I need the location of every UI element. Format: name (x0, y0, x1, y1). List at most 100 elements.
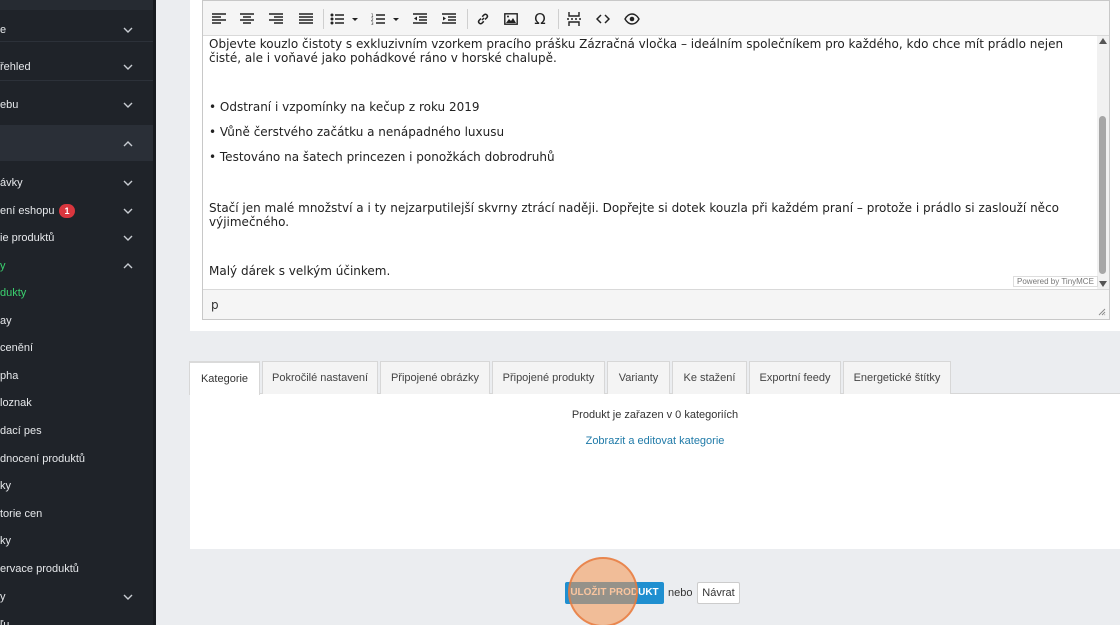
toolbar-separator (323, 9, 324, 29)
tab-kategorie[interactable]: Kategorie (189, 361, 260, 395)
chevron-down-icon (123, 594, 133, 600)
sidebar-item-5[interactable]: ení eshopu 1 (0, 198, 155, 224)
sidebar-item-label: ky (0, 480, 11, 492)
sidebar-border (153, 0, 156, 625)
special-character-icon[interactable]: Ω (530, 9, 550, 29)
sidebar-subitem-17[interactable]: ky (0, 528, 155, 554)
chevron-up-icon (123, 141, 133, 147)
editor-toolbar: 123 Ω (203, 1, 1109, 36)
page-break-icon[interactable] (564, 9, 584, 29)
or-text: nebo (668, 587, 693, 599)
sidebar-item-label: cenění (0, 342, 34, 354)
tab-variants[interactable]: Varianty (607, 361, 670, 394)
chevron-down-icon (123, 64, 133, 70)
tab-attached-images[interactable]: Připojené obrázky (380, 361, 490, 394)
scrollbar-thumb[interactable] (1099, 116, 1106, 274)
source-code-icon[interactable] (593, 9, 613, 29)
sidebar-subitem-15[interactable]: ky (0, 473, 155, 499)
sidebar-subitem-13[interactable]: dací pes (0, 418, 155, 444)
save-product-button[interactable]: ULOŽIT PRODUKT (565, 582, 664, 604)
powered-by-label[interactable]: Powered by TinyMCE (1013, 276, 1098, 287)
sidebar-subitem-products[interactable]: dukty (0, 280, 155, 306)
sidebar-item-label: ávky (0, 177, 23, 189)
element-path[interactable]: p (211, 298, 219, 312)
toolbar-separator (558, 9, 559, 29)
sidebar-item-label: loznak (0, 397, 32, 409)
sidebar-item-label: ie produktů (0, 232, 55, 244)
category-count-text: Produkt je zařazen v 0 kategoriích (571, 409, 739, 421)
editor-statusbar: p (203, 289, 1109, 319)
sidebar-item-label: dací pes (0, 425, 42, 437)
tab-attached-products[interactable]: Připojené produkty (492, 361, 605, 394)
sidebar-item-2[interactable]: ebu (0, 92, 155, 118)
sidebar-item-label: y (0, 260, 6, 272)
sidebar-divider (0, 41, 155, 42)
scroll-up-arrow-icon[interactable] (1099, 38, 1107, 44)
resize-grip-icon[interactable] (1098, 308, 1106, 316)
sidebar-item-4[interactable]: ávky (0, 170, 155, 196)
link-icon[interactable] (473, 9, 493, 29)
editor-bullet: • Vůně čerstvého začátku a nenápadného l… (209, 125, 505, 139)
outdent-icon[interactable] (410, 9, 430, 29)
sidebar-item-7[interactable]: y (0, 253, 155, 279)
indent-icon[interactable] (439, 9, 459, 29)
sidebar-item-label: ebu (0, 99, 19, 111)
editor-bullet: • Odstraní i vzpomínky na kečup z roku 2… (209, 100, 480, 114)
chevron-down-icon (123, 102, 133, 108)
sidebar-item-label: dukty (0, 287, 27, 299)
image-icon[interactable] (501, 9, 521, 29)
sidebar-subitem-10[interactable]: cenění (0, 335, 155, 361)
scroll-down-arrow-icon[interactable] (1099, 281, 1107, 287)
sidebar-group-header-bg (0, 0, 155, 10)
align-right-icon[interactable] (266, 9, 286, 29)
sidebar-item-label: ení eshopu (0, 205, 55, 217)
align-center-icon[interactable] (237, 9, 257, 29)
rich-text-editor[interactable]: 123 Ω Objevte kouzlo čistoty s exkluzivn… (202, 0, 1110, 320)
sidebar-item-label: e (0, 24, 7, 36)
sidebar-subitem-11[interactable]: pha (0, 363, 155, 389)
sidebar-item-label: y (0, 591, 6, 603)
back-button[interactable]: Návrat (697, 582, 740, 604)
sidebar-item-19[interactable]: y (0, 584, 155, 610)
sidebar-divider (0, 80, 155, 81)
chevron-down-icon (123, 180, 133, 186)
sidebar-item-label: ľu (0, 619, 10, 625)
bullet-list-icon[interactable] (329, 9, 359, 29)
editor-paragraph: Malý dárek s velkým účinkem. (209, 264, 391, 278)
sidebar-item-label: ervace produktů (0, 563, 79, 575)
editor-bullet: • Testováno na šatech princezen i ponožk… (209, 150, 555, 164)
numbered-list-icon[interactable]: 123 (370, 9, 400, 29)
sidebar-subitem-14[interactable]: dnocení produktů (0, 446, 155, 472)
sidebar-item-6[interactable]: ie produktů (0, 225, 155, 251)
toolbar-separator (467, 9, 468, 29)
chevron-down-icon (123, 27, 133, 33)
sidebar: e řehled ebu ávky ení eshopu 1 ie produk… (0, 0, 155, 625)
sidebar-subitem-9[interactable]: ay (0, 308, 155, 334)
sidebar-item-label: ay (0, 315, 12, 327)
editor-content[interactable]: Objevte kouzlo čistoty s exkluzivním vzo… (203, 36, 1099, 289)
sidebar-item-label: dnocení produktů (0, 453, 86, 465)
sidebar-item-label: řehled (0, 61, 31, 73)
preview-eye-icon[interactable] (622, 9, 642, 29)
tab-export-feeds[interactable]: Exportní feedy (749, 361, 841, 394)
sidebar-subitem-12[interactable]: loznak (0, 390, 155, 416)
chevron-up-icon (123, 263, 133, 269)
sidebar-item-3[interactable] (0, 131, 155, 157)
tab-downloads[interactable]: Ke stažení (672, 361, 747, 394)
editor-scrollbar[interactable] (1097, 36, 1109, 289)
align-justify-icon[interactable] (296, 9, 316, 29)
sidebar-item-label: ky (0, 535, 11, 547)
sidebar-subitem-18[interactable]: ervace produktů (0, 556, 155, 582)
notification-badge: 1 (59, 204, 75, 218)
align-left-icon[interactable] (209, 9, 229, 29)
tab-energy-labels[interactable]: Energetické štítky (843, 361, 951, 394)
sidebar-item-20[interactable]: ľu (0, 612, 155, 625)
edit-categories-link[interactable]: Zobrazit a editovat kategorie (190, 435, 1120, 447)
sidebar-item-label: torie cen (0, 508, 43, 520)
sidebar-item-0[interactable]: e (0, 17, 155, 43)
tab-advanced-settings[interactable]: Pokročilé nastavení (262, 361, 378, 394)
sidebar-subitem-16[interactable]: torie cen (0, 501, 155, 527)
sidebar-item-1[interactable]: řehled (0, 54, 155, 80)
chevron-down-icon (123, 208, 133, 214)
chevron-down-icon (123, 235, 133, 241)
